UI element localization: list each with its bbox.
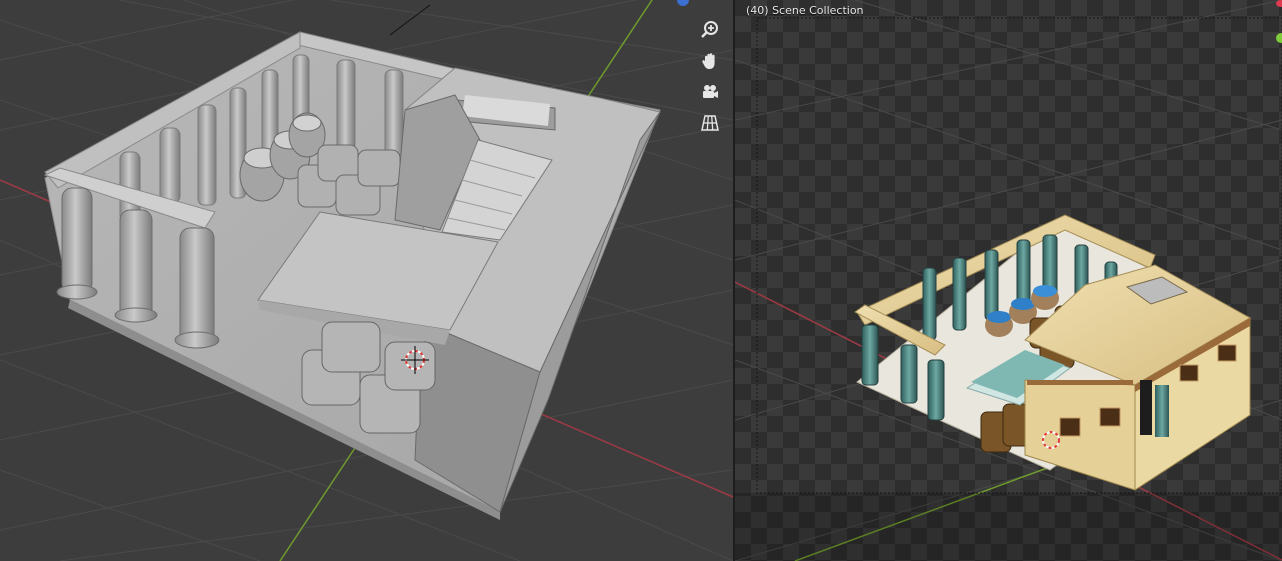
zoom-button[interactable] xyxy=(697,17,723,43)
solid-scene xyxy=(0,0,733,561)
pan-button[interactable] xyxy=(697,48,723,74)
magnifier-plus-icon xyxy=(701,21,718,38)
viewport-solid[interactable] xyxy=(0,0,733,561)
doorway xyxy=(1140,380,1152,435)
gizmo-x-dot[interactable] xyxy=(1276,0,1282,7)
camera-scene-label: (40) Scene Collection xyxy=(746,4,864,17)
camera-icon xyxy=(703,85,718,98)
orthographic-toggle-button[interactable] xyxy=(697,110,723,136)
gizmo-y-dot[interactable] xyxy=(1276,33,1282,43)
camera-view-button[interactable] xyxy=(697,79,723,105)
viewport-rendered[interactable]: (40) Scene Collection xyxy=(735,0,1282,561)
grid-perspective-icon xyxy=(701,115,719,131)
blender-window: (40) Scene Collection xyxy=(0,0,1282,561)
hand-icon xyxy=(702,53,715,69)
rendered-scene xyxy=(735,0,1282,561)
